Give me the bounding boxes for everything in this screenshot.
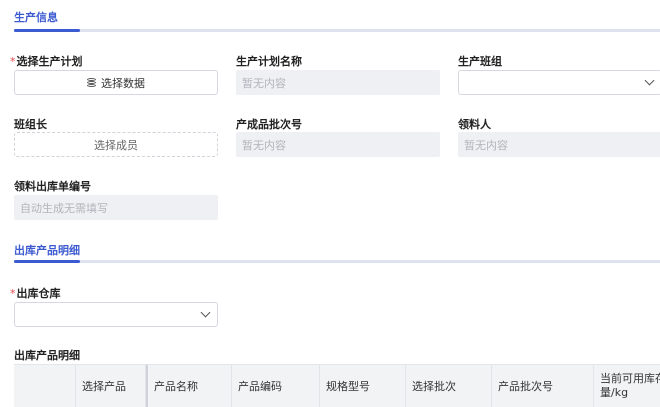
select-data-button[interactable]: 选择数据	[14, 70, 218, 95]
table-header-select-product: 选择产品	[76, 365, 146, 407]
batch-no-label: 产成品批次号	[236, 118, 302, 131]
chevron-down-icon	[644, 75, 655, 86]
outbound-no-field: 自动生成无需填写	[14, 195, 218, 220]
select-plan-label: *选择生产计划	[10, 53, 83, 69]
outbound-detail-table: 选择产品 产品名称 产品编码 规格型号 选择批次 产品批次号 当前可用库存量/k…	[14, 364, 660, 407]
receiver-field: 暂无内容	[458, 132, 660, 157]
production-team-select[interactable]	[458, 70, 660, 95]
production-team-label: 生产班组	[458, 55, 502, 68]
table-header-product-code: 产品编码	[232, 365, 320, 407]
outbound-no-label: 领料出库单编号	[14, 180, 91, 193]
table-header-spec-model: 规格型号	[320, 365, 406, 407]
section-title-production-info: 生产信息	[14, 11, 58, 24]
section-title-outbound-detail: 出库产品明细	[14, 244, 80, 257]
table-header-select-batch: 选择批次	[406, 365, 492, 407]
section-divider	[14, 260, 660, 263]
section-divider	[14, 29, 660, 32]
detail-table-label: 出库产品明细	[14, 349, 80, 362]
warehouse-select[interactable]	[14, 302, 218, 327]
batch-no-field: 暂无内容	[236, 132, 440, 157]
warehouse-label-text: 出库仓库	[16, 287, 61, 300]
select-member-button[interactable]: 选择成员	[14, 132, 218, 157]
table-header-blank	[14, 365, 76, 407]
required-mark: *	[10, 55, 16, 68]
chevron-down-icon	[200, 307, 211, 318]
warehouse-label: *出库仓库	[10, 285, 61, 301]
table-header-product-name: 产品名称	[146, 365, 232, 407]
plan-name-label: 生产计划名称	[236, 55, 302, 68]
plan-name-field: 暂无内容	[236, 70, 440, 95]
team-leader-label: 班组长	[14, 118, 47, 131]
required-mark: *	[10, 287, 16, 300]
table-header-available-stock: 当前可用库存量/kg	[594, 365, 660, 407]
select-data-button-label: 选择数据	[101, 76, 145, 90]
select-plan-label-text: 选择生产计划	[16, 55, 83, 68]
database-icon	[87, 77, 96, 88]
receiver-label: 领料人	[458, 118, 491, 131]
table-header-batch-no: 产品批次号	[492, 365, 594, 407]
